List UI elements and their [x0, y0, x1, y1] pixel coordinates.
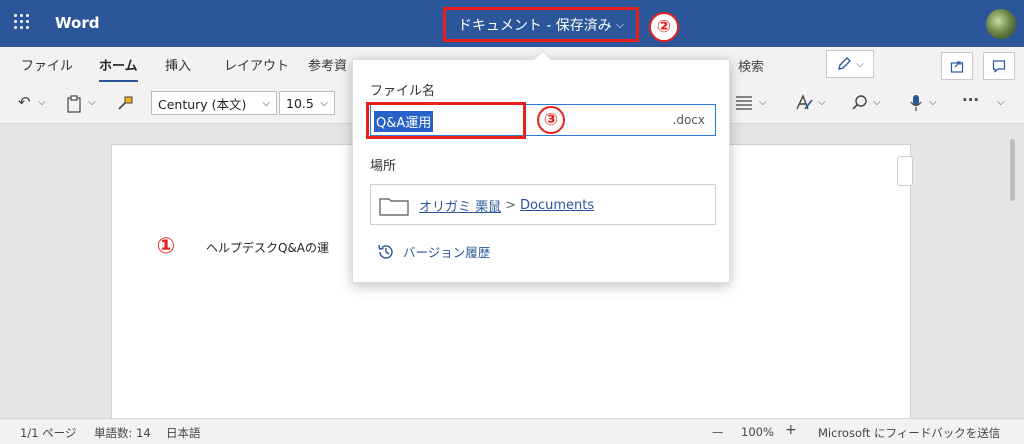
- file-info-popup: ファイル名 Q&A運用 .docx 場所 オリガミ 栗鼠 > Documents…: [352, 59, 730, 283]
- share-icon: [950, 61, 964, 73]
- vertical-scrollbar[interactable]: [1008, 127, 1018, 417]
- clipboard-icon[interactable]: [66, 95, 82, 113]
- tab-references[interactable]: 参考資: [308, 55, 347, 74]
- share-button[interactable]: [941, 52, 973, 80]
- breadcrumb-separator: >: [505, 198, 517, 213]
- annotation-3: ③: [537, 106, 565, 134]
- word-count: 単語数: 14: [94, 426, 151, 440]
- status-bar: 1/1 ページ 単語数: 14 日本語 — 100% + Microsoft に…: [0, 418, 1024, 444]
- zoom-out-button[interactable]: —: [712, 425, 724, 439]
- dictate-dropdown-icon[interactable]: ⌵: [929, 97, 937, 108]
- undo-icon[interactable]: ↶: [18, 93, 31, 111]
- filename-label: ファイル名: [370, 84, 436, 99]
- chevron-down-icon: ⌵: [262, 97, 270, 109]
- find-icon[interactable]: [851, 94, 869, 112]
- location-box: オリガミ 栗鼠 > Documents: [370, 184, 716, 225]
- tab-insert[interactable]: 挿入: [165, 55, 191, 74]
- location-label: 場所: [370, 159, 397, 174]
- location-folder-link[interactable]: Documents: [520, 198, 594, 213]
- align-icon[interactable]: [735, 96, 753, 110]
- chevron-down-icon: ⌵: [320, 97, 328, 109]
- filename-extension: .docx: [672, 113, 705, 127]
- document-title: ドキュメント - 保存済み: [457, 17, 612, 34]
- document-text[interactable]: ヘルプデスクQ&Aの運: [206, 239, 329, 256]
- history-icon: [378, 244, 393, 259]
- version-history-link[interactable]: バージョン履歴: [377, 242, 490, 261]
- ribbon-expand-icon[interactable]: ⌵: [997, 97, 1005, 108]
- paste-dropdown-icon[interactable]: ⌵: [88, 97, 96, 108]
- tab-search[interactable]: 検索: [738, 56, 764, 75]
- document-title-button[interactable]: ドキュメント - 保存済み ⌵: [443, 7, 639, 42]
- scrollbar-thumb[interactable]: [1010, 139, 1015, 201]
- styles-icon[interactable]: [795, 94, 815, 112]
- font-size-select[interactable]: 10.5 ⌵: [279, 91, 335, 115]
- more-options-icon[interactable]: ···: [962, 91, 979, 109]
- dictate-icon[interactable]: [909, 94, 923, 112]
- comment-icon: [992, 60, 1006, 73]
- language[interactable]: 日本語: [166, 425, 201, 441]
- font-name-select[interactable]: Century (本文) ⌵: [151, 91, 277, 115]
- page-marker: [897, 156, 913, 186]
- feedback-link[interactable]: Microsoft にフィードバックを送信: [818, 425, 1000, 441]
- comments-button[interactable]: [983, 52, 1015, 80]
- avatar[interactable]: [986, 9, 1016, 39]
- chevron-down-icon: ⌵: [615, 17, 625, 31]
- title-bar: Word ドキュメント - 保存済み ⌵ ②: [0, 0, 1024, 47]
- annotation-1: ①: [156, 233, 176, 259]
- chevron-down-icon: ⌵: [856, 58, 864, 70]
- undo-dropdown-icon[interactable]: ⌵: [38, 97, 46, 108]
- location-path: オリガミ 栗鼠 > Documents: [419, 196, 594, 215]
- highlight-box-filename: [366, 102, 526, 139]
- folder-icon: [379, 198, 409, 216]
- font-size-value: 10.5: [286, 95, 314, 111]
- tab-layout[interactable]: レイアウト: [224, 55, 289, 74]
- find-dropdown-icon[interactable]: ⌵: [873, 97, 881, 108]
- editing-mode-button[interactable]: ⌵: [826, 50, 874, 78]
- zoom-in-button[interactable]: +: [785, 422, 797, 438]
- annotation-2: ②: [649, 12, 679, 42]
- zoom-level[interactable]: 100%: [741, 425, 774, 439]
- format-painter-icon[interactable]: [116, 95, 134, 111]
- page-count: 1/1 ページ: [20, 426, 77, 440]
- pencil-icon: [838, 57, 852, 70]
- font-name-value: Century (本文): [158, 96, 247, 112]
- location-user-link[interactable]: オリガミ 栗鼠: [419, 196, 501, 215]
- tab-home[interactable]: ホーム: [99, 55, 138, 82]
- app-name[interactable]: Word: [55, 14, 99, 32]
- tab-file[interactable]: ファイル: [21, 55, 73, 74]
- app-launcher-icon[interactable]: [14, 14, 30, 30]
- version-history-label: バージョン履歴: [403, 245, 491, 260]
- align-dropdown-icon[interactable]: ⌵: [759, 97, 767, 108]
- styles-dropdown-icon[interactable]: ⌵: [818, 97, 826, 108]
